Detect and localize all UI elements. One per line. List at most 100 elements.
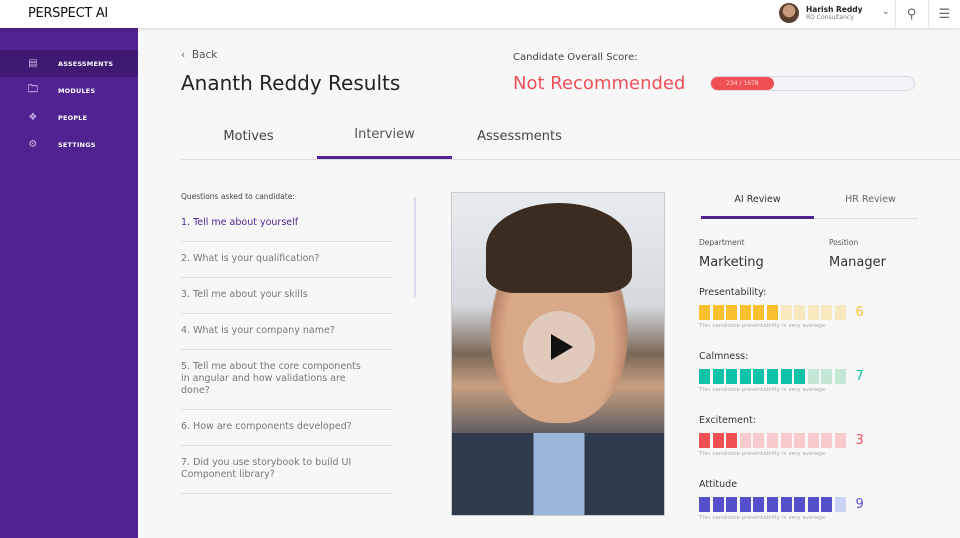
metric-segment bbox=[726, 497, 738, 512]
position-value: Manager bbox=[829, 255, 886, 270]
metric-segment bbox=[739, 305, 751, 320]
metric-value: 3 bbox=[855, 433, 864, 448]
tab-interview[interactable]: Interview bbox=[317, 120, 452, 159]
metric-segment bbox=[821, 369, 833, 384]
metric-note: This candidate presentability is very av… bbox=[699, 515, 826, 521]
metric-bar: 9 bbox=[699, 497, 899, 512]
tab-ai-review[interactable]: AI Review bbox=[701, 186, 814, 219]
question-item[interactable]: 2. What is your qualification? bbox=[181, 242, 391, 278]
scrollbar[interactable] bbox=[414, 197, 416, 297]
metric-segment bbox=[726, 433, 738, 448]
metric-value: 6 bbox=[855, 305, 864, 320]
question-list: 1. Tell me about yourself 2. What is you… bbox=[181, 206, 391, 494]
user-org: RO Consultancy bbox=[806, 14, 854, 21]
metric-segment bbox=[834, 369, 846, 384]
metric-name: Presentability: bbox=[699, 287, 767, 298]
metric-segment bbox=[699, 369, 710, 384]
metric-segment bbox=[712, 369, 724, 384]
chevron-down-icon[interactable]: ⌄ bbox=[882, 7, 890, 17]
metric-segment bbox=[739, 497, 751, 512]
metric-segment bbox=[753, 497, 765, 512]
interview-video[interactable] bbox=[451, 192, 665, 516]
sidebar-item-label: ASSESSMENTS bbox=[58, 59, 114, 68]
metric-note: This candidate presentability is very av… bbox=[699, 451, 826, 457]
metric-bar: 6 bbox=[699, 305, 899, 320]
tab-motives[interactable]: Motives bbox=[181, 120, 316, 159]
metric-2: Excitement: 3 This candidate presentabil… bbox=[699, 415, 899, 457]
metric-segment bbox=[780, 305, 792, 320]
metric-3: Attitude 9 This candidate presentability… bbox=[699, 479, 899, 521]
metric-segment bbox=[699, 305, 710, 320]
user-name: Harish Reddy bbox=[806, 5, 863, 14]
metric-segment bbox=[753, 305, 765, 320]
sidebar-item-assessments[interactable]: ▤ ASSESSMENTS bbox=[0, 50, 138, 77]
sidebar-item-settings[interactable]: ⚙ SETTINGS bbox=[0, 131, 138, 158]
metric-segment bbox=[821, 433, 833, 448]
metric-value: 7 bbox=[855, 369, 864, 384]
metric-segment bbox=[712, 433, 724, 448]
metric-bar: 3 bbox=[699, 433, 899, 448]
metric-bar: 7 bbox=[699, 369, 899, 384]
metric-segment bbox=[794, 497, 806, 512]
metric-segment bbox=[753, 433, 765, 448]
sidebar-item-modules[interactable]: 🗀 MODULES bbox=[0, 77, 138, 104]
metric-1: Calmness: 7 This candidate presentabilit… bbox=[699, 351, 899, 393]
metric-segment bbox=[753, 369, 765, 384]
question-item[interactable]: 7. Did you use storybook to build UI Com… bbox=[181, 446, 391, 494]
avatar bbox=[779, 3, 799, 23]
top-bar: PERSPECT AI Harish Reddy RO Consultancy … bbox=[0, 0, 960, 28]
tab-hr-review[interactable]: HR Review bbox=[814, 186, 927, 219]
back-label: Back bbox=[191, 49, 218, 61]
metric-segment bbox=[821, 497, 833, 512]
sidebar-item-people[interactable]: ❖ PEOPLE bbox=[0, 104, 138, 131]
position-label: Position bbox=[829, 238, 859, 247]
department-label: Department bbox=[699, 238, 745, 247]
question-item[interactable]: 3. Tell me about your skills bbox=[181, 278, 391, 314]
metric-segment bbox=[780, 369, 792, 384]
menu-button[interactable]: ☰ bbox=[928, 0, 960, 28]
metric-segment bbox=[780, 497, 792, 512]
metric-segment bbox=[807, 497, 819, 512]
question-item[interactable]: 5. Tell me about the core components in … bbox=[181, 350, 391, 410]
search-icon: ⚲ bbox=[906, 6, 917, 22]
metric-segment bbox=[699, 497, 710, 512]
tab-assessments[interactable]: Assessments bbox=[452, 120, 587, 159]
metric-segment bbox=[821, 305, 833, 320]
question-item[interactable]: 4. What is your company name? bbox=[181, 314, 391, 350]
metric-segment bbox=[794, 369, 806, 384]
clipboard-icon: ▤ bbox=[28, 58, 38, 69]
metric-segment bbox=[794, 305, 806, 320]
gear-icon: ⚙ bbox=[28, 139, 38, 150]
question-item[interactable]: 1. Tell me about yourself bbox=[181, 206, 391, 242]
hamburger-icon: ☰ bbox=[938, 6, 951, 22]
metric-segment bbox=[726, 305, 738, 320]
verdict: Not Recommended bbox=[513, 73, 686, 94]
review-tabs: AI Review HR Review bbox=[700, 186, 918, 219]
people-icon: ❖ bbox=[28, 112, 38, 123]
metric-segment bbox=[834, 305, 846, 320]
metric-segment bbox=[712, 497, 724, 512]
user-menu[interactable]: Harish Reddy RO Consultancy bbox=[779, 3, 863, 23]
metric-name: Attitude bbox=[699, 479, 738, 490]
metric-segment bbox=[726, 369, 738, 384]
metric-name: Excitement: bbox=[699, 415, 756, 426]
logo: PERSPECT AI bbox=[28, 6, 108, 21]
metric-name: Calmness: bbox=[699, 351, 749, 362]
questions-heading: Questions asked to candidate: bbox=[181, 192, 295, 201]
metric-segment bbox=[780, 433, 792, 448]
department-value: Marketing bbox=[699, 255, 764, 270]
question-item[interactable]: 6. How are components developed? bbox=[181, 410, 391, 446]
back-link[interactable]: ‹ Back bbox=[181, 49, 217, 61]
sidebar-item-label: SETTINGS bbox=[58, 140, 96, 149]
metric-segment bbox=[739, 369, 751, 384]
metric-value: 9 bbox=[855, 497, 864, 512]
page-title: Ananth Reddy Results bbox=[181, 71, 401, 95]
sidebar-item-label: PEOPLE bbox=[58, 113, 88, 122]
metric-note: This candidate presentability is very av… bbox=[699, 387, 826, 393]
metric-segment bbox=[712, 305, 724, 320]
play-button[interactable] bbox=[523, 311, 595, 383]
metric-segment bbox=[699, 433, 710, 448]
metric-0: Presentability: 6 This candidate present… bbox=[699, 287, 899, 329]
metric-segment bbox=[766, 497, 778, 512]
search-button[interactable]: ⚲ bbox=[895, 0, 927, 28]
